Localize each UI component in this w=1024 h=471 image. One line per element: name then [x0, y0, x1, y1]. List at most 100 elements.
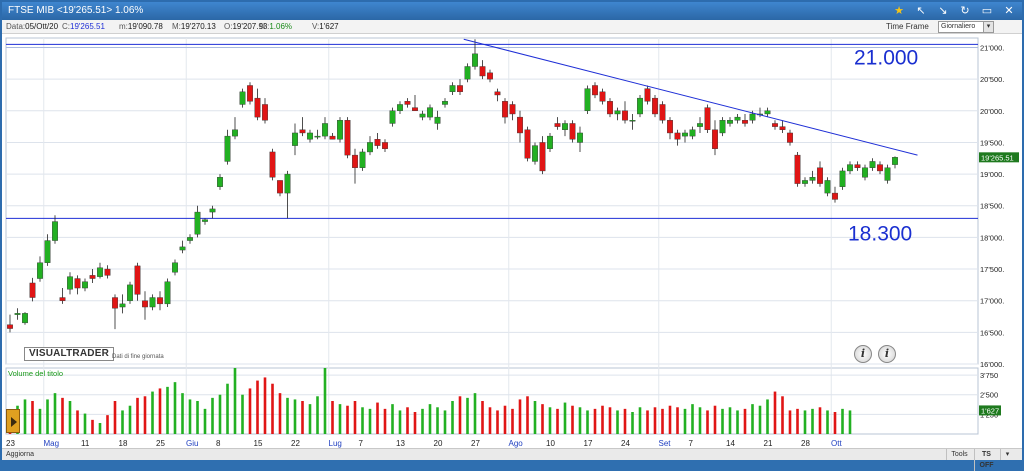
- info-icon[interactable]: i: [854, 345, 872, 363]
- candle-body: [539, 142, 546, 172]
- star-icon[interactable]: ★: [892, 2, 906, 20]
- volume-bar: [728, 407, 732, 434]
- volume-bar: [578, 407, 582, 434]
- candle-body: [869, 161, 876, 168]
- resistance-label: 21.000: [854, 46, 918, 69]
- candle-body: [659, 104, 666, 121]
- volume-bar: [526, 396, 529, 434]
- price-panel: [5, 37, 979, 365]
- x-tick-label: 13: [396, 439, 405, 448]
- volume-bar: [91, 419, 94, 434]
- volume-bar: [721, 408, 724, 434]
- volume-bar: [503, 405, 507, 434]
- candle-body: [217, 177, 223, 187]
- app-window: FTSE MIB <19'265.51> 1.06% ★ ↖ ↘ ↻ ▭ ✕ D…: [0, 0, 1024, 471]
- candle-body: [592, 85, 598, 96]
- volume-bar: [113, 401, 117, 434]
- info-icon-2[interactable]: i: [878, 345, 896, 363]
- volume-bar: [661, 408, 664, 434]
- price-tick-label: 16'500.: [980, 328, 1004, 337]
- candle-body: [292, 132, 298, 146]
- volume-bar: [593, 408, 597, 434]
- visualtrader-logo: VISUALTRADER: [24, 347, 114, 361]
- candle-body: [74, 278, 81, 289]
- candle-body: [457, 85, 463, 93]
- candle-body: [464, 66, 471, 80]
- volume-bar: [376, 402, 379, 434]
- volume-bar: [811, 408, 814, 434]
- candle-body: [419, 113, 426, 118]
- candle-body: [434, 116, 441, 124]
- volume-bar: [458, 396, 462, 434]
- volume-bar: [803, 410, 807, 434]
- volume-bar: [631, 412, 634, 434]
- volume-bar: [841, 408, 844, 434]
- volume-bar: [46, 399, 49, 434]
- price-chart[interactable]: 16'000. 16'500. 17'000. 17'500. 18'000. 18'50…: [2, 34, 1022, 448]
- last-volume-label: 1'627: [981, 406, 999, 415]
- candle-body: [269, 151, 276, 178]
- candle-body: [487, 72, 493, 80]
- support-label: 18.300: [848, 222, 912, 245]
- candle-body: [742, 120, 748, 124]
- volume-bar: [766, 399, 769, 434]
- candle-body: [697, 123, 703, 127]
- candle-body: [22, 313, 28, 324]
- volume-tick-label: 2'500: [980, 391, 998, 400]
- volume-bar: [241, 394, 244, 434]
- refresh-icon[interactable]: ↻: [958, 2, 972, 20]
- candle-body: [157, 297, 163, 305]
- x-tick-label: 27: [471, 439, 480, 448]
- candle-body: [547, 135, 553, 149]
- update-button[interactable]: Aggiorna: [6, 449, 34, 460]
- x-tick-label: 7: [359, 439, 364, 448]
- candle-body: [389, 110, 396, 124]
- candle-body: [652, 97, 658, 115]
- candle-body: [412, 107, 418, 111]
- x-tick-label: 20: [434, 439, 443, 448]
- candle-body: [727, 120, 733, 124]
- chevron-down-icon[interactable]: ▾: [983, 22, 993, 32]
- candle-body: [817, 167, 823, 184]
- arrow-down-icon[interactable]: ↘: [936, 2, 950, 20]
- volume-bar: [436, 407, 439, 434]
- timeframe-select[interactable]: Giornaliero ▾: [938, 21, 994, 33]
- candle-body: [779, 126, 786, 130]
- candle-body: [787, 132, 793, 143]
- volume-bar: [751, 404, 754, 434]
- volume-bar: [616, 410, 619, 434]
- volume-bar: [271, 383, 274, 434]
- candle-body: [772, 123, 778, 127]
- candle-body: [52, 221, 58, 241]
- x-tick-label: 10: [546, 439, 555, 448]
- volume-bar: [31, 401, 34, 434]
- window-title: FTSE MIB <19'265.51> 1.06%: [8, 5, 144, 16]
- tools-button[interactable]: Tools: [946, 449, 972, 460]
- panel-toggle-button[interactable]: [6, 409, 20, 433]
- volume-bar: [188, 399, 192, 434]
- candle-body: [689, 129, 696, 137]
- candle-body: [142, 300, 148, 308]
- volume-bar: [263, 377, 267, 434]
- x-tick-label: Ott: [831, 439, 842, 448]
- arrow-up-icon[interactable]: ↖: [914, 2, 928, 20]
- ts-toggle[interactable]: TS OFF: [974, 449, 998, 471]
- candle-body: [224, 135, 231, 162]
- volume-bar: [76, 410, 79, 434]
- candle-body: [329, 135, 336, 140]
- window-icon[interactable]: ▭: [980, 2, 994, 20]
- candle-body: [209, 208, 216, 213]
- candle-body: [307, 132, 313, 140]
- close-icon[interactable]: ✕: [1002, 2, 1016, 20]
- x-tick-label: 18: [119, 439, 128, 448]
- volume-bar: [443, 410, 447, 434]
- chevron-down-icon[interactable]: ▾: [1000, 449, 1014, 460]
- volume-bar: [256, 380, 259, 434]
- x-tick-label: 21: [764, 439, 773, 448]
- status-bar: Aggiorna Tools TS OFF ▾: [2, 448, 1022, 471]
- volume-bar: [601, 405, 604, 434]
- candle-body: [554, 123, 561, 127]
- volume-bar: [533, 401, 537, 434]
- candle-body: [14, 313, 21, 315]
- volume-bar: [488, 407, 492, 434]
